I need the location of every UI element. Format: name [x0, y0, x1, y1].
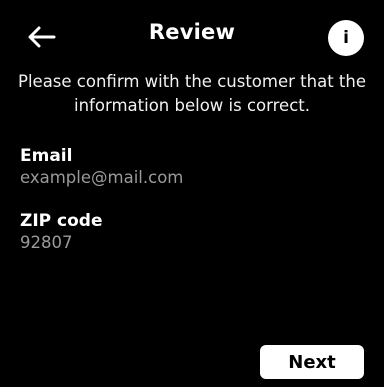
- header: Review i: [0, 0, 384, 70]
- zip-code-label: ZIP code: [20, 211, 103, 231]
- page-title: Review: [148, 20, 236, 44]
- email-value: example@mail.com: [20, 168, 184, 187]
- info-button[interactable]: i: [328, 20, 364, 56]
- instruction-text: Please confirm with the customer that th…: [18, 72, 366, 115]
- info-icon: i: [343, 28, 349, 48]
- zip-code-value: 92807: [20, 233, 73, 252]
- next-button[interactable]: Next: [260, 345, 364, 379]
- email-label: Email: [20, 146, 73, 166]
